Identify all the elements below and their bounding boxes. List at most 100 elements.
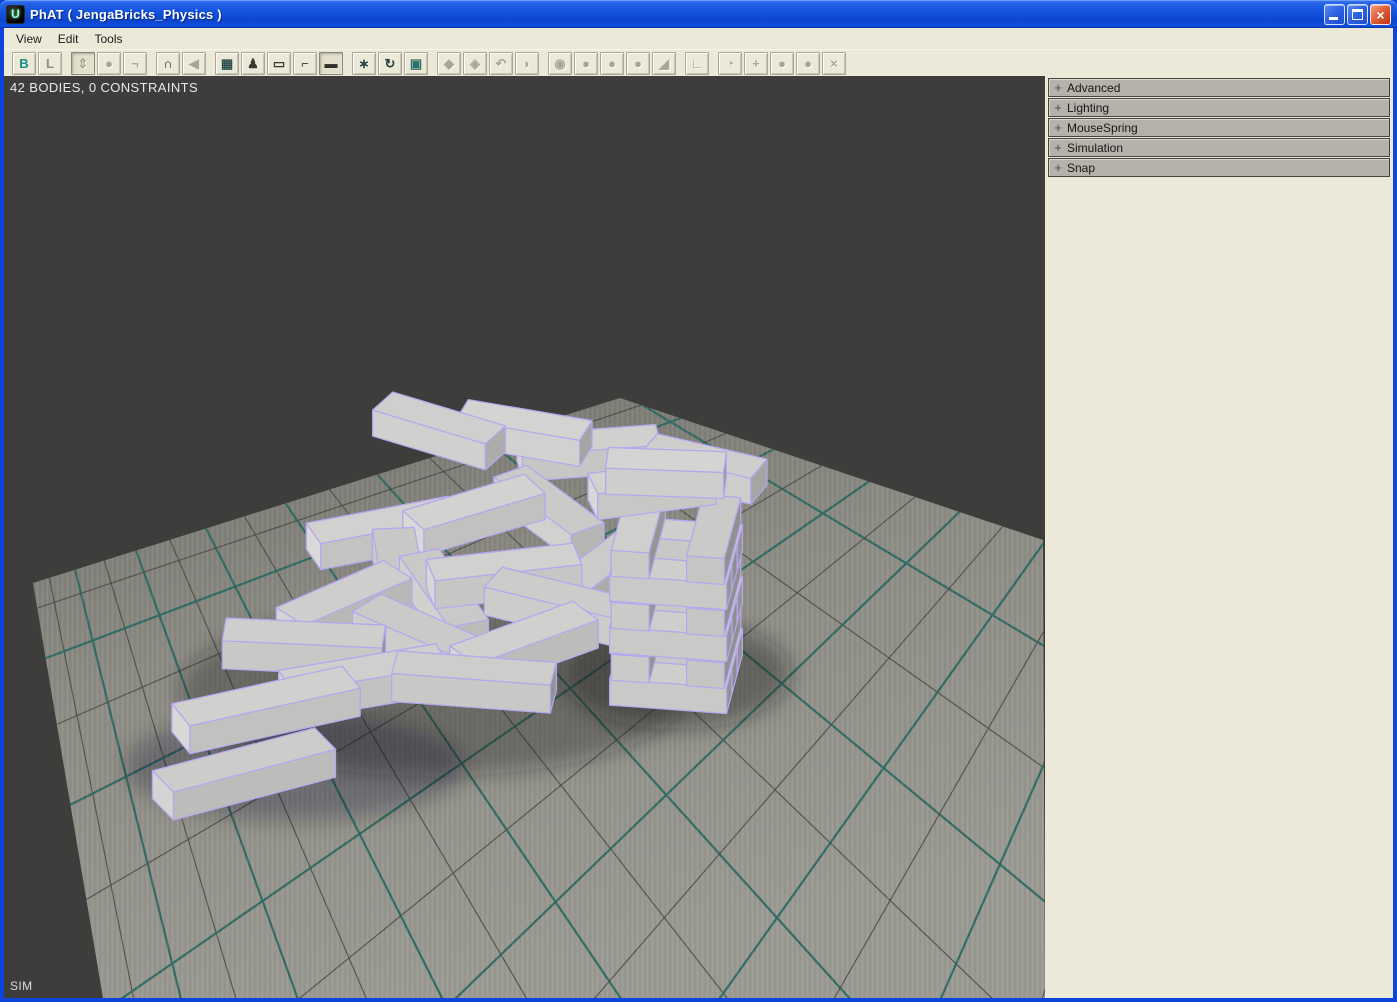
toolbar-group-8: ∟: [685, 52, 709, 75]
close-icon: ×: [1371, 6, 1390, 24]
menu-item-tools[interactable]: Tools: [86, 30, 130, 48]
horizontal-bar-icon: ▬: [325, 57, 338, 70]
panel-section-simulation[interactable]: +Simulation: [1048, 138, 1390, 157]
scale-widget-button[interactable]: ¬: [123, 52, 147, 75]
toolbar-group-1: BL: [12, 52, 62, 75]
content-area: 42 BODIES, 0 CONSTRAINTS SIM +Advanced+L…: [4, 76, 1393, 998]
camera-button[interactable]: ◀: [182, 52, 206, 75]
constraints-toggle-icon: L: [46, 57, 54, 70]
frame-rectangle-icon: ▭: [273, 57, 285, 70]
menu-item-view[interactable]: View: [8, 30, 50, 48]
window-controls: ×: [1324, 4, 1391, 25]
corner-blob-button[interactable]: ◢: [652, 52, 676, 75]
toolbar-group-2: ⇕ ● ¬: [71, 52, 147, 75]
delete-button[interactable]: ×: [822, 52, 846, 75]
toolbar-group-9: ◔ + ● ● ×: [718, 52, 846, 75]
headphones-button[interactable]: ∩: [156, 52, 180, 75]
titlebar[interactable]: U PhAT ( JengaBricks_Physics ) ×: [0, 0, 1397, 28]
circle-icon-2: ●: [582, 57, 590, 70]
close-button[interactable]: ×: [1370, 4, 1391, 25]
expand-plus-icon[interactable]: +: [1049, 81, 1067, 94]
physics-scene: [4, 76, 1045, 998]
toolbar-group-5: ∗ ↻ ▣: [352, 52, 428, 75]
expand-plus-icon[interactable]: +: [1049, 121, 1067, 134]
panel-section-label: MouseSpring: [1067, 121, 1138, 135]
3d-viewport[interactable]: 42 BODIES, 0 CONSTRAINTS SIM: [4, 76, 1045, 998]
corner-blob-icon: ◢: [659, 57, 669, 70]
bodies-toggle-icon: B: [19, 57, 28, 70]
maximize-button[interactable]: [1347, 4, 1368, 25]
menu-item-edit[interactable]: Edit: [50, 30, 87, 48]
star-icon-2: ◈: [470, 57, 480, 70]
panel-section-advanced[interactable]: +Advanced: [1048, 78, 1390, 97]
square-dot-button[interactable]: ▣: [404, 52, 428, 75]
sim-status: SIM: [10, 979, 33, 993]
frame-rectangle-button[interactable]: ▭: [267, 52, 291, 75]
scale-widget-icon: ¬: [131, 57, 139, 70]
window-title: PhAT ( JengaBricks_Physics ): [30, 7, 222, 22]
add-icon: +: [752, 57, 760, 70]
viewport-display-icon: ▦: [221, 57, 233, 70]
add-button[interactable]: +: [744, 52, 768, 75]
circle-button-4[interactable]: ●: [626, 52, 650, 75]
rotation-widget-icon: ●: [105, 57, 113, 70]
sphere-button[interactable]: ◔: [718, 52, 742, 75]
viewport-display-button[interactable]: ▦: [215, 52, 239, 75]
undo-button[interactable]: ↶: [489, 52, 513, 75]
elbow-connector-button[interactable]: ⌐: [293, 52, 317, 75]
menu-bar: ViewEditTools: [4, 28, 1393, 49]
minimize-icon: [1329, 17, 1338, 20]
person-button[interactable]: ♟: [241, 52, 265, 75]
rotation-widget-button[interactable]: ●: [97, 52, 121, 75]
translation-widget-button[interactable]: ⇕: [71, 52, 95, 75]
square-dot-icon: ▣: [410, 57, 422, 70]
translation-widget-icon: ⇕: [78, 57, 89, 70]
expand-plus-icon[interactable]: +: [1049, 141, 1067, 154]
circle-button-5[interactable]: ●: [796, 52, 820, 75]
recycle-rotate-button[interactable]: ↻: [378, 52, 402, 75]
panel-section-label: Advanced: [1067, 81, 1120, 95]
circle-button-2[interactable]: ●: [574, 52, 598, 75]
elbow-connector-icon: ⌐: [301, 57, 309, 70]
toolbar-group-4: ▦ ♟ ▭ ⌐ ▬: [215, 52, 343, 75]
undo-icon: ↶: [496, 57, 507, 70]
circle-button-3[interactable]: ●: [600, 52, 624, 75]
expand-plus-icon[interactable]: +: [1049, 161, 1067, 174]
panel-section-lighting[interactable]: +Lighting: [1048, 98, 1390, 117]
bodies-toggle-button[interactable]: B: [12, 52, 36, 75]
bodies-constraints-status: 42 BODIES, 0 CONSTRAINTS: [10, 80, 198, 95]
circle-icon-4: ●: [634, 57, 642, 70]
camera-icon: ◀: [189, 57, 199, 70]
recycle-rotate-icon: ↻: [385, 57, 396, 70]
dot-button[interactable]: ●: [770, 52, 794, 75]
properties-panel: +Advanced+Lighting+MouseSpring+Simulatio…: [1045, 76, 1393, 998]
asterisk-icon: ∗: [359, 57, 370, 70]
circle-button-1[interactable]: ◉: [548, 52, 572, 75]
corner-angle-button[interactable]: ∟: [685, 52, 709, 75]
delete-icon: ×: [830, 57, 838, 70]
asterisk-button[interactable]: ∗: [352, 52, 376, 75]
toolbar-group-7: ◉ ● ● ● ◢: [548, 52, 676, 75]
expand-plus-icon[interactable]: +: [1049, 101, 1067, 114]
phat-window: U PhAT ( JengaBricks_Physics ) × ViewEdi…: [0, 0, 1397, 1002]
window-frame: ViewEditTools BL⇕●¬∩◀▦♟▭⌐▬∗↻▣◆◈↶◗◉●●●◢∟◔…: [4, 28, 1393, 998]
star-button-2[interactable]: ◈: [463, 52, 487, 75]
horizontal-bar-button[interactable]: ▬: [319, 52, 343, 75]
sphere-icon: ◔: [726, 57, 734, 70]
maximize-icon: [1352, 9, 1363, 20]
panel-section-label: Simulation: [1067, 141, 1123, 155]
minimize-button[interactable]: [1324, 4, 1345, 25]
person-icon: ♟: [247, 57, 259, 70]
panel-section-snap[interactable]: +Snap: [1048, 158, 1390, 177]
panel-section-mousespring[interactable]: +MouseSpring: [1048, 118, 1390, 137]
blob-button[interactable]: ◗: [515, 52, 539, 75]
blob-icon: ◗: [523, 57, 531, 70]
panel-section-label: Lighting: [1067, 101, 1109, 115]
headphones-icon: ∩: [163, 57, 172, 70]
circle-icon-1: ◉: [554, 57, 565, 70]
star-button-1[interactable]: ◆: [437, 52, 461, 75]
dot-icon: ●: [778, 57, 786, 70]
constraints-toggle-button[interactable]: L: [38, 52, 62, 75]
toolbar: BL⇕●¬∩◀▦♟▭⌐▬∗↻▣◆◈↶◗◉●●●◢∟◔+●●×: [4, 49, 1393, 76]
circle-icon-3: ●: [608, 57, 616, 70]
